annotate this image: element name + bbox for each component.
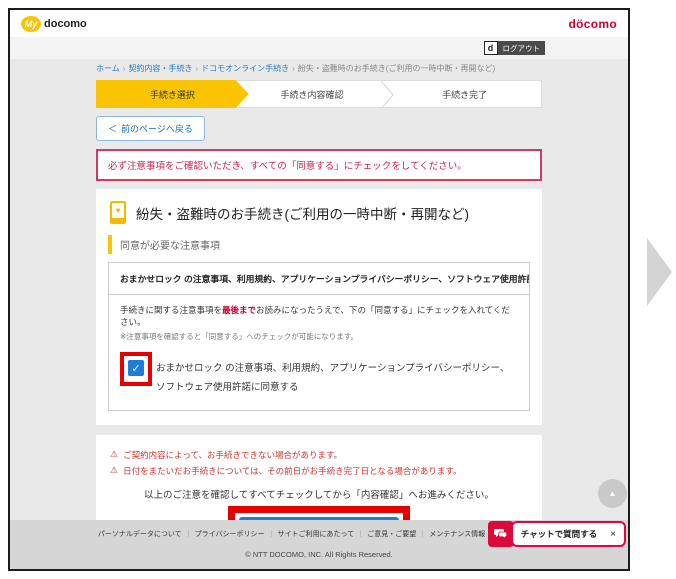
notice-box-header: おまかせロック の注意事項、利用規約、アプリケーションプライバシーポリシー、ソフ… bbox=[109, 263, 529, 295]
footer-link-privacy-policy[interactable]: プライバシーポリシー bbox=[195, 531, 265, 538]
warning-text: ご契約内容によって、お手続きできない場合があります。 bbox=[123, 450, 343, 461]
back-to-previous-page-button[interactable]: ＜ 前のページへ戻る bbox=[96, 116, 205, 141]
breadcrumb-separator: › bbox=[292, 64, 295, 73]
breadcrumb-home[interactable]: ホーム bbox=[96, 64, 120, 73]
footer-separator: ｜ bbox=[357, 531, 365, 538]
site-header: My docomo döcomo bbox=[10, 10, 628, 37]
next-slide-arrow-icon bbox=[647, 238, 672, 306]
my-docomo-wordmark: docomo bbox=[44, 17, 87, 30]
warning-triangle-icon: ⚠ bbox=[110, 465, 119, 476]
notice-footnote: ※注意事項を確認すると「同意する」へのチェックが可能になります。 bbox=[120, 332, 359, 341]
chat-label: チャットで質問する bbox=[520, 529, 598, 539]
step-content-confirm: 手続き内容確認 bbox=[235, 80, 395, 110]
back-button-label: 前のページへ戻る bbox=[121, 124, 193, 134]
footer-link-site-usage[interactable]: サイトご利用にあたって bbox=[278, 531, 355, 538]
warning-item: ⚠ ご契約内容によって、お手続きできない場合があります。 bbox=[110, 449, 528, 461]
docomo-brand-logo: döcomo bbox=[568, 16, 617, 31]
copyright-text: © NTT DOCOMO, INC. All Rights Reserved. bbox=[245, 550, 393, 559]
confirm-instruction: 以上のご注意を確認してすべてチェックしてから「内容確認」へお進みください。 bbox=[144, 490, 494, 502]
confirm-card: ⚠ ご契約内容によって、お手続きできない場合があります。 ⚠ 日付をまたいだお手… bbox=[96, 435, 542, 520]
annotation-highlight-box bbox=[120, 352, 152, 386]
procedure-card: ♥ 紛失・盗難時のお手続き(ご利用の一時中断・再開など) 同意が必要な注意事項 … bbox=[96, 189, 542, 426]
logout-button[interactable]: d ログアウト bbox=[483, 41, 545, 55]
browser-page-frame: My docomo döcomo d ログアウト ホーム › 契約内容・手続き › ドコ… bbox=[8, 8, 630, 571]
account-bar: d ログアウト bbox=[10, 37, 628, 59]
progress-steps: 手続き選択 手続き内容確認 手続き完了 bbox=[96, 80, 543, 110]
agree-checkbox-label: おまかせロック の注意事項、利用規約、アプリケーションプライバシーポリシー、ソフ… bbox=[156, 363, 510, 393]
chevron-left-icon: ＜ bbox=[108, 124, 118, 134]
notice-emphasis: 最後まで bbox=[222, 305, 257, 315]
arrow-up-icon: ▲ bbox=[608, 489, 617, 498]
chat-widget: チャットで質問する × bbox=[487, 521, 626, 547]
d-account-icon: d bbox=[483, 41, 498, 55]
footer-link-maintenance-info[interactable]: メンテナンス情報 bbox=[429, 531, 485, 538]
breadcrumb-separator: › bbox=[122, 64, 126, 73]
page-title: 紛失・盗難時のお手続き(ご利用の一時中断・再開など) bbox=[136, 206, 469, 222]
warning-item: ⚠ 日付をまたいだお手続きについては、その前日がお手続き完了日となる場合がありま… bbox=[110, 465, 528, 477]
agreement-alert-message: 必ず注意事項をご確認いただき、すべての「同意する」にチェックをしてください。 bbox=[96, 149, 542, 181]
step-label: 手続き完了 bbox=[442, 89, 488, 100]
notice-box: おまかせロック の注意事項、利用規約、アプリケーションプライバシーポリシー、ソフ… bbox=[108, 262, 530, 412]
step-complete: 手続き完了 bbox=[388, 80, 543, 108]
page-body: ホーム › 契約内容・手続き › ドコモオンライン手続き › 紛失・盗難時のお手続き(ご利用… bbox=[10, 59, 628, 520]
scroll-to-top-button[interactable]: ▲ bbox=[598, 479, 627, 508]
phone-heart-icon: ♥ bbox=[110, 201, 126, 224]
agreement-checkbox-row: ✓ おまかせロック の注意事項、利用規約、アプリケーションプライバシーポリシー、… bbox=[120, 351, 518, 397]
warning-text: 日付をまたいだお手続きについては、その前日がお手続き完了日となる場合があります。 bbox=[123, 466, 462, 477]
step-procedure-select: 手続き選択 bbox=[96, 80, 249, 108]
annotation-highlight-box: 同意して進む bbox=[228, 506, 410, 520]
footer-separator: ｜ bbox=[419, 531, 427, 538]
chat-bubble-icon[interactable] bbox=[487, 521, 514, 547]
breadcrumb-separator: › bbox=[195, 64, 199, 73]
section-heading-agreement-notes: 同意が必要な注意事項 bbox=[108, 235, 530, 254]
footer-link-personal-data[interactable]: パーソナルデータについて bbox=[98, 531, 182, 538]
chevron-right-icon bbox=[380, 80, 395, 110]
footer-link-feedback[interactable]: ご意見・ご要望 bbox=[367, 531, 416, 538]
warning-triangle-icon: ⚠ bbox=[110, 449, 119, 460]
breadcrumb-online-procedure[interactable]: ドコモオンライン手続き bbox=[201, 64, 289, 73]
logout-label: ログアウト bbox=[497, 41, 545, 55]
footer-separator: ｜ bbox=[184, 531, 192, 538]
notice-instruction: 手続きに関する注意事項を最後までお読みになったうえで、下の「同意する」にチェック… bbox=[120, 305, 510, 327]
step-label: 手続き選択 bbox=[149, 89, 195, 100]
my-docomo-logo: My docomo bbox=[21, 15, 87, 32]
breadcrumb-contract[interactable]: 契約内容・手続き bbox=[128, 64, 192, 73]
breadcrumb-current: 紛失・盗難時のお手続き(ご利用の一時中断・再開など) bbox=[297, 64, 496, 73]
my-badge-icon: My bbox=[21, 15, 41, 32]
chat-question-button[interactable]: チャットで質問する × bbox=[510, 521, 626, 547]
footer-separator: ｜ bbox=[267, 531, 275, 538]
step-label: 手続き内容確認 bbox=[280, 89, 344, 100]
close-icon[interactable]: × bbox=[610, 529, 616, 540]
breadcrumb: ホーム › 契約内容・手続き › ドコモオンライン手続き › 紛失・盗難時のお手続き(ご利用… bbox=[96, 63, 542, 74]
